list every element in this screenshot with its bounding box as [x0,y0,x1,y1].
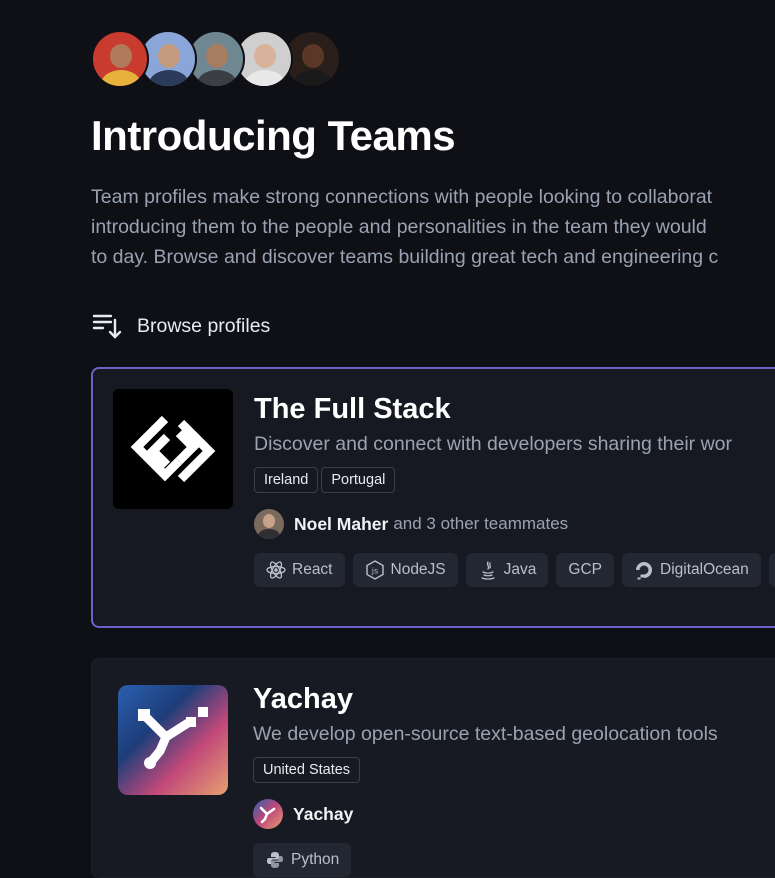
svg-text:js: js [370,567,377,576]
location-tag[interactable]: Ireland [254,467,319,493]
intro-line: Team profiles make strong connections wi… [91,186,713,208]
tech-label: Java [503,561,537,578]
location-tag[interactable]: United States [253,757,361,783]
java-icon [481,561,495,580]
tech-stack: React js NodeJS Java GCP DigitalOcean [254,553,775,587]
teams-intro: Introducing Teams Team profiles make str… [91,30,775,342]
tech-chip-digitalocean[interactable]: DigitalOcean [622,553,761,587]
team-info: The Full Stack Discover and connect with… [254,391,775,587]
intro-line: to day. Browse and discover teams buildi… [91,246,719,268]
team-description: We develop open-source text-based geoloc… [253,723,718,745]
tech-chip-python[interactable]: Python [253,843,352,877]
tech-chip-gcp[interactable]: GCP [556,553,614,587]
intro-paragraph: Team profiles make strong connections wi… [91,182,775,272]
tech-label: NodeJS [390,561,446,578]
location-tags: United States [253,757,775,783]
digitalocean-icon [636,562,652,580]
team-members: Yachay [253,799,775,829]
react-icon [266,561,286,579]
avatar-stack [91,30,775,92]
team-name[interactable]: The Full Stack [254,391,775,427]
member-rest: and 3 other teammates [393,514,569,533]
tech-stack: Python [253,843,775,877]
intro-line: introducing them to the people and perso… [91,216,707,238]
tech-chip-nodejs[interactable]: js NodeJS [352,553,458,587]
team-logo [118,685,228,795]
location-tags: Ireland Portugal [254,467,775,493]
team-card-yachay[interactable]: Yachay We develop open-source text-based… [91,658,775,878]
page-title: Introducing Teams [91,112,456,159]
tech-chip-ta[interactable]: Ta [768,553,775,587]
avatar [253,799,283,829]
team-info: Yachay We develop open-source text-based… [253,681,775,877]
member-name[interactable]: Yachay [293,804,353,825]
member-name[interactable]: Noel Maher [294,514,388,535]
tech-label: GCP [568,561,602,578]
tech-label: React [292,561,333,578]
full-stack-logo-icon [130,415,216,483]
team-member-avatar[interactable] [91,30,149,88]
yachay-logo-icon [138,707,208,769]
tech-label: Python [291,851,340,868]
python-icon [267,852,283,868]
team-card-the-full-stack[interactable]: The Full Stack Discover and connect with… [91,367,775,628]
team-logo [113,389,233,509]
browse-profiles-button[interactable]: Browse profiles [91,310,775,342]
tech-chip-java[interactable]: Java [465,553,549,587]
team-name[interactable]: Yachay [253,681,775,717]
browse-profiles-label: Browse profiles [137,314,271,337]
sort-descending-icon [92,314,122,339]
nodejs-icon: js [365,560,384,580]
avatar [254,509,284,539]
team-description: Discover and connect with developers sha… [254,433,732,455]
tech-label: DigitalOcean [660,561,749,578]
location-tag[interactable]: Portugal [321,467,396,493]
team-members: Noel Maher and 3 other teammates [254,509,775,539]
tech-chip-react[interactable]: React [254,553,345,587]
